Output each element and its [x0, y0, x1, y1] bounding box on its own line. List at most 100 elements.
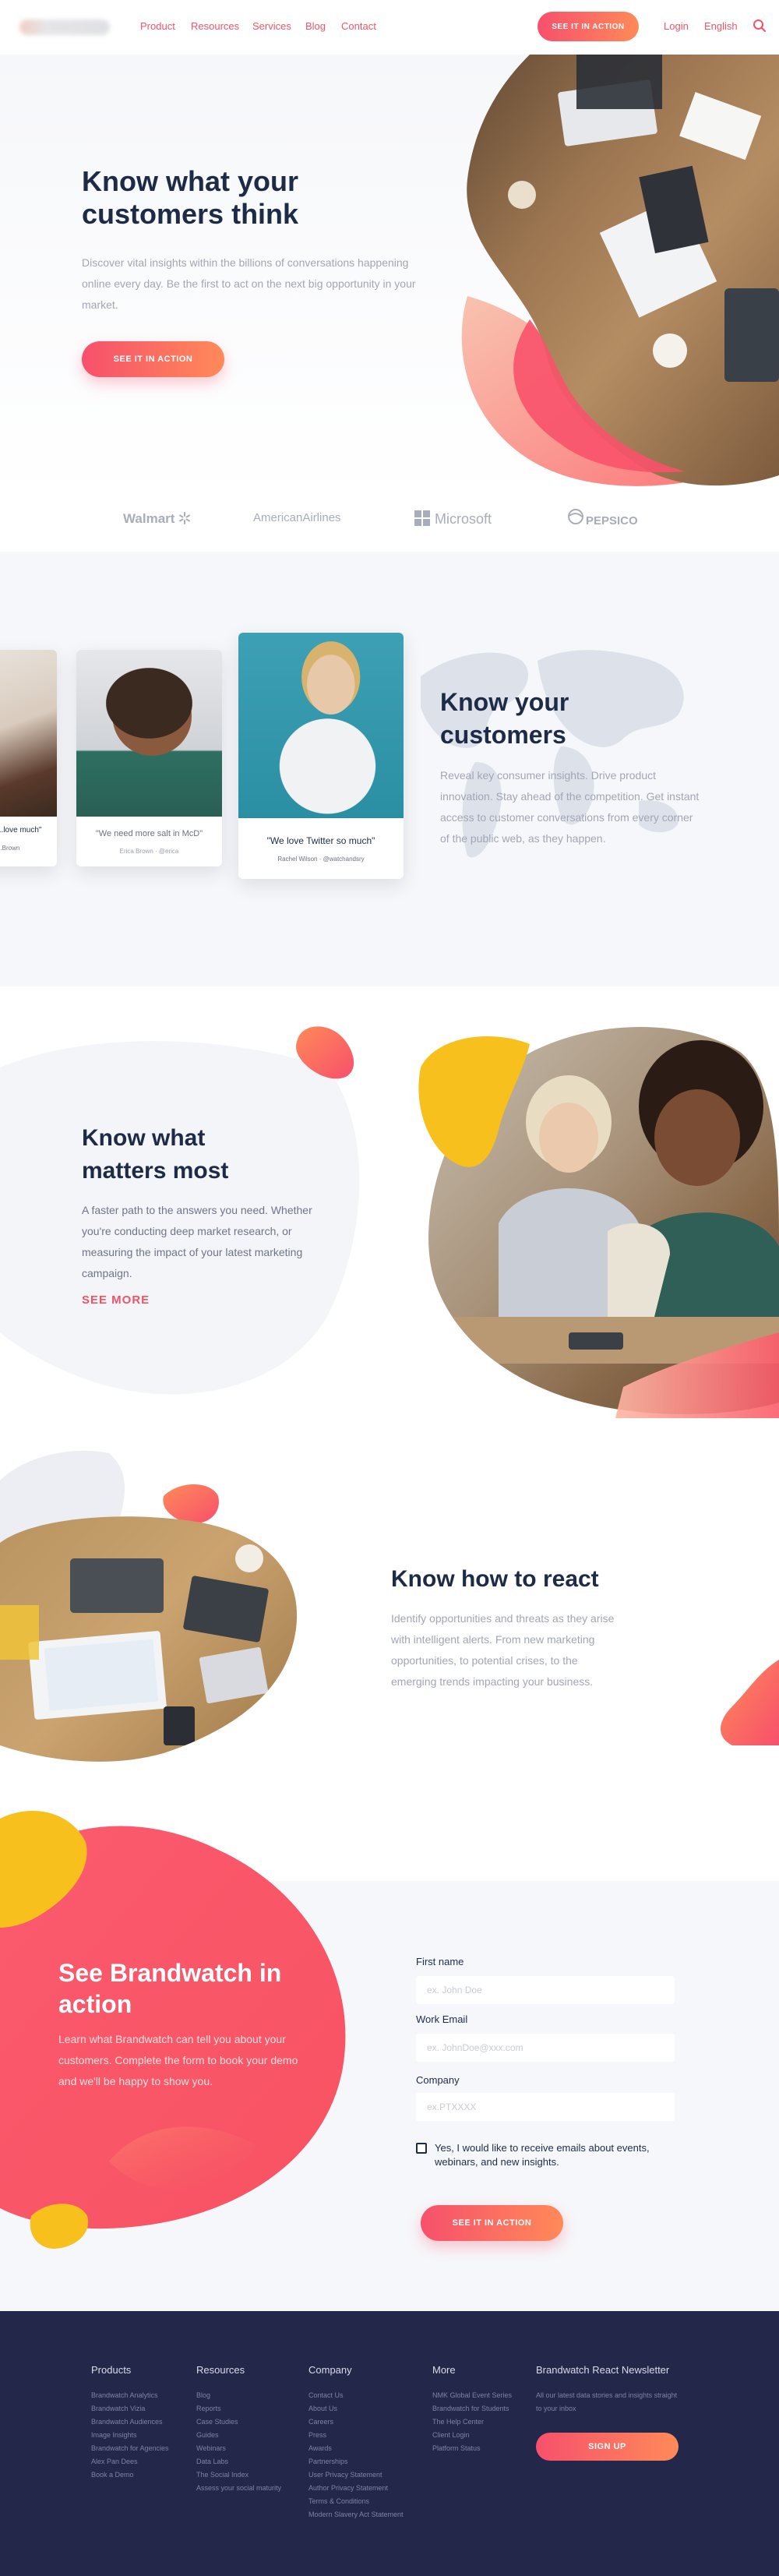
footer-link[interactable]: Awards	[308, 2442, 404, 2455]
testimonial-quote: "We love Twitter so much"	[266, 835, 375, 846]
footer-link[interactable]: About Us	[308, 2402, 404, 2415]
footer-link[interactable]: Press	[308, 2429, 404, 2442]
testimonial-card: "We love Twitter so much" Rachel Wilson …	[238, 633, 404, 879]
customers-title-line2: customers	[440, 721, 566, 749]
matters-team-photo	[418, 1026, 779, 1418]
footer-link[interactable]: Author Privacy Statement	[308, 2482, 404, 2495]
first-name-label: First name	[416, 1956, 464, 1967]
footer-link[interactable]: Brandwatch for Agencies	[91, 2442, 169, 2455]
footer-more-list: NMK Global Event Series Brandwatch for S…	[432, 2389, 512, 2455]
demo-title-line2: action	[58, 1990, 132, 2018]
testimonial-author: Rachel Wilson · @watchandsry	[277, 856, 365, 863]
nav-resources[interactable]: Resources	[191, 20, 239, 32]
footer-link[interactable]: Client Login	[432, 2429, 512, 2442]
footer-link[interactable]: Assess your social maturity	[196, 2482, 281, 2495]
footer-link[interactable]: Contact Us	[308, 2389, 404, 2402]
work-email-field[interactable]	[416, 2034, 675, 2062]
login-link[interactable]: Login	[664, 20, 689, 32]
first-name-field[interactable]	[416, 1976, 675, 2004]
demo-description: Learn what Brandwatch can tell you about…	[58, 2033, 298, 2087]
react-workspace-photo	[0, 1450, 298, 1762]
footer-link[interactable]: Reports	[196, 2402, 281, 2415]
walmart-logo-text: Walmart	[123, 511, 175, 526]
newsletter-heading: Brandwatch React Newsletter	[536, 2364, 670, 2376]
footer-more-heading: More	[432, 2364, 456, 2376]
pepsico-globe-icon	[568, 509, 583, 524]
hero-title-line2: customers think	[82, 198, 299, 230]
work-email-label: Work Email	[416, 2013, 468, 2025]
demo-title: See Brandwatch in action	[58, 1957, 281, 2020]
microsoft-logo: Microsoft	[435, 511, 492, 527]
testimonial-photo	[238, 633, 404, 818]
header-cta-button[interactable]: SEE IT IN ACTION	[538, 12, 639, 41]
footer-link[interactable]: Platform Status	[432, 2442, 512, 2455]
footer-link[interactable]: Terms & Conditions	[308, 2495, 404, 2508]
footer-resources-list: Blog Reports Case Studies Guides Webinar…	[196, 2389, 281, 2495]
footer-link[interactable]: Careers	[308, 2415, 404, 2429]
footer-products-list: Brandwatch Analytics Brandwatch Vizia Br…	[91, 2389, 169, 2482]
testimonial-author: Erica Brown · @erica	[119, 848, 179, 855]
footer-link[interactable]: Brandwatch Audiences	[91, 2415, 169, 2429]
footer-products-heading: Products	[91, 2364, 132, 2376]
nav-services[interactable]: Services	[252, 20, 291, 32]
hero-description: Discover vital insights within the billi…	[82, 256, 416, 311]
footer-link[interactable]: Guides	[196, 2429, 281, 2442]
coral-blob-decoration	[296, 1026, 354, 1079]
see-more-link[interactable]: SEE MORE	[82, 1293, 150, 1307]
search-icon[interactable]	[753, 19, 767, 33]
matters-description: A faster path to the answers you need. W…	[82, 1204, 312, 1279]
consent-checkbox[interactable]	[416, 2143, 427, 2154]
nav-contact[interactable]: Contact	[341, 20, 376, 32]
footer-link[interactable]: Brandwatch Analytics	[91, 2389, 169, 2402]
footer-link[interactable]: Image Insights	[91, 2429, 169, 2442]
testimonial-card: "We need more salt in McD" Erica Brown ·…	[76, 650, 222, 866]
footer-link[interactable]: Alex Pan Dees	[91, 2455, 169, 2468]
testimonial-photo	[0, 650, 57, 817]
footer-link[interactable]: Case Studies	[196, 2415, 281, 2429]
demo-title-line1: See Brandwatch in	[58, 1959, 282, 1987]
footer-link[interactable]: Modern Slavery Act Statement	[308, 2508, 404, 2521]
customers-title-line1: Know your	[440, 688, 569, 716]
hero-title: Know what your customers think	[82, 165, 298, 231]
react-description: Identify opportunities and threats as th…	[391, 1612, 615, 1688]
footer-link[interactable]: Book a Demo	[91, 2468, 169, 2482]
footer-resources-heading: Resources	[196, 2364, 245, 2376]
footer-link[interactable]: Partnerships	[308, 2455, 404, 2468]
testimonial-quote: "We need more salt in McD"	[95, 829, 203, 838]
microsoft-squares-icon	[414, 510, 430, 526]
company-field[interactable]	[416, 2093, 675, 2121]
footer-link[interactable]: Brandwatch Vizia	[91, 2402, 169, 2415]
footer-link[interactable]: Brandwatch for Students	[432, 2402, 512, 2415]
testimonial-quote: ...love much"	[0, 826, 42, 835]
matters-title: Know what matters most	[82, 1122, 228, 1187]
pepsico-logo: PEPSICO	[586, 514, 638, 528]
footer-link[interactable]: Webinars	[196, 2442, 281, 2455]
testimonial-card: ...love much" ...Brown	[0, 650, 57, 866]
footer-link[interactable]: The Social Index	[196, 2468, 281, 2482]
nav-product[interactable]: Product	[140, 20, 175, 32]
customers-description: Reveal key consumer insights. Drive prod…	[440, 769, 700, 845]
consent-label: Yes, I would like to receive emails abou…	[435, 2142, 650, 2168]
nav-blog[interactable]: Blog	[305, 20, 326, 32]
testimonial-photo	[76, 650, 222, 817]
matters-title-line1: Know what	[82, 1125, 206, 1151]
coral-edge-blob	[721, 1660, 779, 1745]
footer-link[interactable]: Data Labs	[196, 2455, 281, 2468]
footer-company-heading: Company	[308, 2364, 352, 2376]
american-airlines-logo: AmericanAirlines	[253, 511, 341, 524]
walmart-spark-icon	[179, 512, 191, 524]
demo-submit-button[interactable]: SEE IT IN ACTION	[421, 2205, 563, 2241]
language-selector[interactable]: English	[704, 20, 738, 32]
footer-link[interactable]: User Privacy Statement	[308, 2468, 404, 2482]
footer-link[interactable]: The Help Center	[432, 2415, 512, 2429]
testimonial-author: ...Brown	[0, 845, 20, 852]
walmart-logo: Walmart	[123, 511, 191, 527]
footer-link[interactable]: NMK Global Event Series	[432, 2389, 512, 2402]
footer-link[interactable]: Blog	[196, 2389, 281, 2402]
hero-cta-button[interactable]: SEE IT IN ACTION	[82, 341, 224, 377]
company-label: Company	[416, 2074, 460, 2086]
brand-logo[interactable]	[19, 19, 110, 35]
customers-title: Know your customers	[440, 686, 569, 751]
newsletter-signup-button[interactable]: SIGN UP	[536, 2433, 679, 2461]
matters-title-line2: matters most	[82, 1158, 229, 1184]
